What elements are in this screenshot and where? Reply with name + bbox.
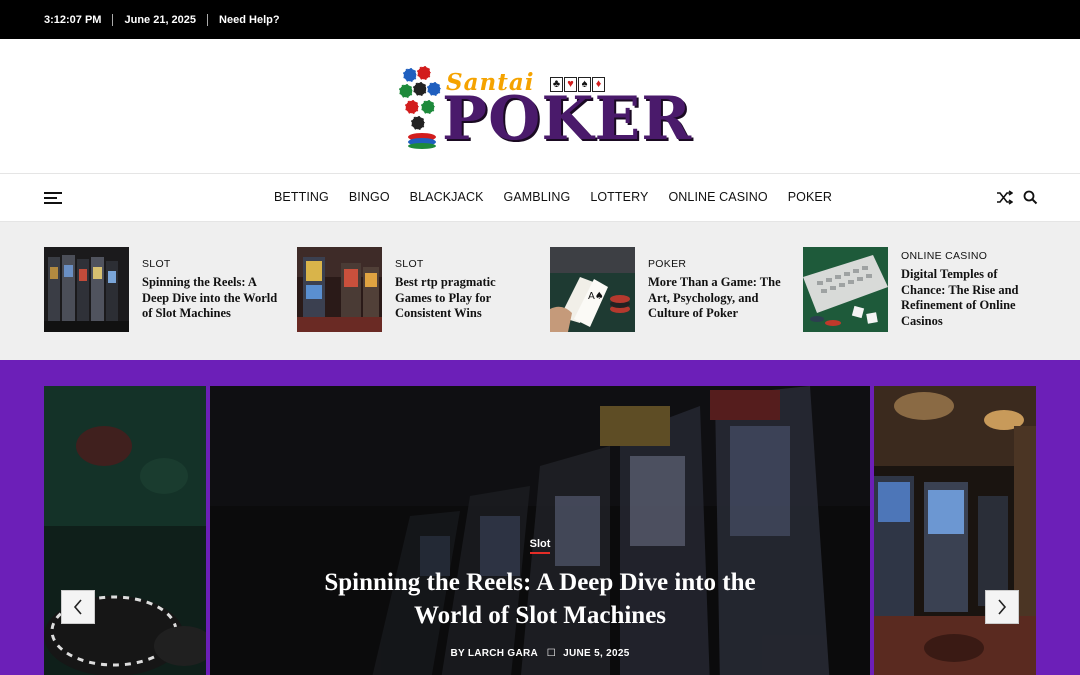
top-bar: 3:12:07 PM June 21, 2025 Need Help? <box>0 0 1080 39</box>
trending-title[interactable]: Digital Temples of Chance: The Rise and … <box>901 267 1041 329</box>
hero-date[interactable]: JUNE 5, 2025 <box>563 648 629 659</box>
svg-text:A♠: A♠ <box>588 291 604 302</box>
chevron-right-icon <box>998 599 1007 615</box>
poker-chips-icon <box>398 65 442 149</box>
trending-card[interactable]: SLOT Best rtp pragmatic Games to Play fo… <box>297 247 547 333</box>
nav-item-online-casino[interactable]: ONLINE CASINO <box>658 190 777 204</box>
trending-title[interactable]: Best rtp pragmatic Games to Play for Con… <box>395 275 535 322</box>
nav-item-betting[interactable]: BETTING <box>264 190 339 204</box>
slide-next[interactable] <box>874 386 1036 675</box>
trending-category[interactable]: SLOT <box>142 258 171 270</box>
hero-author[interactable]: BY LARCH GARA <box>450 648 537 659</box>
slot-machines-thumbnail[interactable] <box>44 247 129 332</box>
hero-category: Slot <box>210 534 870 554</box>
hero-meta: BY LARCH GARA ☐ JUNE 5, 2025 <box>210 648 870 659</box>
slide-active[interactable]: Slot Spinning the Reels: A Deep Dive int… <box>210 386 870 675</box>
divider <box>112 13 114 26</box>
current-time: 3:12:07 PM <box>44 13 102 26</box>
need-help-link[interactable]: Need Help? <box>219 14 280 26</box>
trending-card[interactable]: ONLINE CASINO Digital Temples of Chance:… <box>803 247 1053 333</box>
calendar-icon: ☐ <box>546 648 557 659</box>
poker-chips-background <box>44 386 206 675</box>
casino-interior-background <box>874 386 1036 675</box>
slider-prev-button[interactable] <box>61 590 95 624</box>
current-date: June 21, 2025 <box>124 13 197 26</box>
trending-posts-strip: SLOT Spinning the Reels: A Deep Dive int… <box>0 222 1080 360</box>
divider <box>207 13 209 26</box>
trending-card[interactable]: A♠ POKER More Than a Game: The Art, Psyc… <box>550 247 800 333</box>
nav-item-blackjack[interactable]: BLACKJACK <box>400 190 494 204</box>
online-casino-thumbnail[interactable] <box>803 247 888 332</box>
nav-item-gambling[interactable]: GAMBLING <box>494 190 581 204</box>
hamburger-menu-icon[interactable] <box>44 192 62 205</box>
slider-next-button[interactable] <box>985 590 1019 624</box>
trending-title[interactable]: Spinning the Reels: A Deep Dive into the… <box>142 275 282 322</box>
hero-category-link[interactable]: Slot <box>529 538 551 554</box>
nav-menu: BETTING BINGO BLACKJACK GAMBLING LOTTERY… <box>264 174 842 220</box>
trending-category[interactable]: ONLINE CASINO <box>901 250 987 262</box>
trending-category[interactable]: SLOT <box>395 258 424 270</box>
poker-hand-thumbnail[interactable]: A♠ <box>550 247 635 332</box>
main-nav: BETTING BINGO BLACKJACK GAMBLING LOTTERY… <box>0 174 1080 222</box>
slide-previous[interactable] <box>44 386 206 675</box>
header-logo-area: Santai ♣ ♥ ♠ ♦ POKER <box>0 39 1080 174</box>
trending-category[interactable]: POKER <box>648 258 686 270</box>
nav-item-bingo[interactable]: BINGO <box>339 190 400 204</box>
hero-title[interactable]: Spinning the Reels: A Deep Dive into the… <box>290 566 790 632</box>
logo-poker-text: POKER <box>442 84 693 154</box>
chevron-left-icon <box>73 599 82 615</box>
casino-floor-thumbnail[interactable] <box>297 247 382 332</box>
search-icon[interactable] <box>1023 190 1038 205</box>
trending-title[interactable]: More Than a Game: The Art, Psychology, a… <box>648 275 788 322</box>
shuffle-icon[interactable] <box>996 190 1013 205</box>
trending-card[interactable]: SLOT Spinning the Reels: A Deep Dive int… <box>44 247 294 333</box>
site-logo[interactable]: Santai ♣ ♥ ♠ ♦ POKER <box>398 63 693 154</box>
nav-item-lottery[interactable]: LOTTERY <box>580 190 658 204</box>
nav-item-poker[interactable]: POKER <box>778 190 842 204</box>
hero-slider: Slot Spinning the Reels: A Deep Dive int… <box>0 360 1080 675</box>
